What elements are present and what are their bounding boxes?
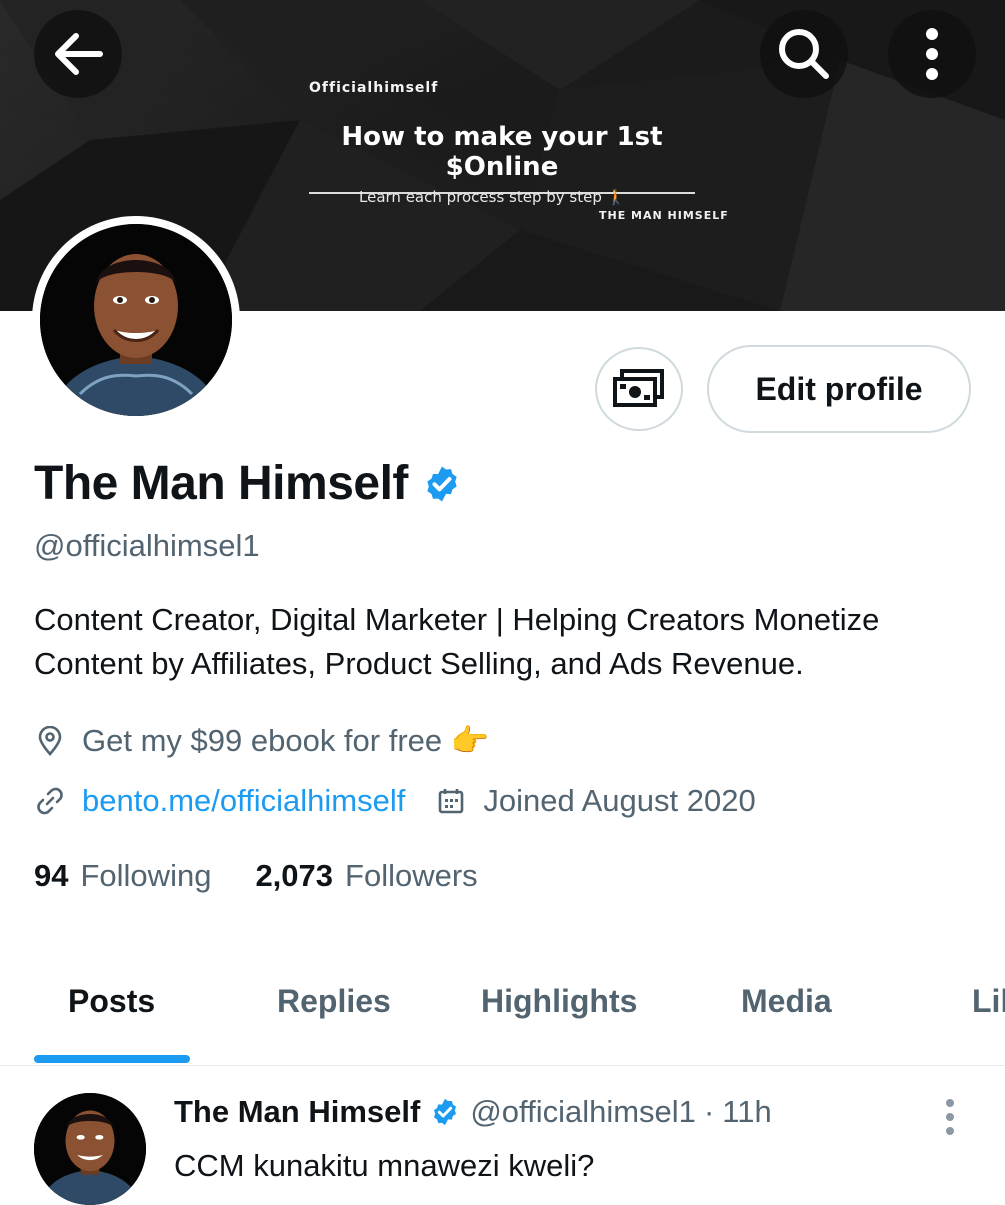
tab-likes[interactable]: Likes: [972, 983, 1005, 1020]
tip-button[interactable]: [595, 347, 683, 431]
followers-link[interactable]: 2,073 Followers: [255, 858, 477, 894]
following-count: 94: [34, 858, 69, 893]
location-icon: [34, 725, 66, 757]
profile-avatar[interactable]: [32, 216, 240, 424]
tab-media[interactable]: Media: [741, 983, 832, 1020]
following-link[interactable]: 94 Following: [34, 858, 211, 894]
link-joined-row: bento.me/officialhimself Joined August 2…: [34, 783, 756, 819]
money-icon: [613, 369, 664, 407]
search-button[interactable]: [760, 10, 848, 98]
profile-handle: @officialhimsel1: [34, 528, 260, 563]
profile-website-link[interactable]: bento.me/officialhimself: [82, 783, 405, 819]
edit-profile-button[interactable]: Edit profile: [707, 345, 971, 433]
banner-signature: THE MAN HIMSELF: [599, 209, 729, 222]
follow-stats: 94 Following 2,073 Followers: [34, 858, 478, 894]
active-tab-indicator: [34, 1055, 190, 1063]
post-more-button[interactable]: [935, 1097, 965, 1137]
following-label: Following: [80, 858, 212, 893]
profile-tabs: Posts Replies Highlights Media Likes: [0, 965, 1005, 1066]
post-timestamp[interactable]: 11h: [722, 1094, 771, 1130]
banner-brand: Officialhimself: [309, 80, 439, 96]
profile-bio: Content Creator, Digital Marketer | Help…: [34, 602, 880, 681]
back-button[interactable]: [34, 10, 122, 98]
post-author-avatar[interactable]: [34, 1093, 146, 1205]
banner-subtitle: Learn each process step by step 🚶: [359, 188, 626, 206]
tab-posts[interactable]: Posts: [68, 983, 155, 1020]
post-author-handle[interactable]: @officialhimsel1: [470, 1094, 696, 1130]
search-icon: [779, 29, 829, 79]
more-button[interactable]: [888, 10, 976, 98]
more-vertical-icon: [926, 28, 938, 80]
link-icon: [34, 785, 66, 817]
tab-highlights[interactable]: Highlights: [481, 983, 637, 1020]
profile-name: The Man Himself: [34, 457, 408, 510]
post-separator: ·: [703, 1094, 715, 1129]
banner-title: How to make your 1st $Online: [309, 122, 695, 194]
verified-badge-icon[interactable]: [430, 1097, 460, 1127]
location-row: Get my $99 ebook for free 👉: [34, 722, 489, 759]
calendar-icon: [435, 785, 467, 817]
avatar-image: [40, 224, 232, 416]
verified-badge-icon[interactable]: [422, 464, 462, 504]
post-header: The Man Himself @officialhimsel1 · 11h: [174, 1094, 772, 1130]
post-text: CCM kunakitu mnawezi kweli?: [174, 1148, 595, 1183]
back-arrow-icon: [55, 33, 103, 75]
profile-joined-date: Joined August 2020: [483, 783, 756, 818]
tab-replies[interactable]: Replies: [277, 983, 391, 1020]
followers-label: Followers: [345, 858, 478, 893]
post-author-name[interactable]: The Man Himself: [174, 1094, 420, 1130]
profile-location: Get my $99 ebook for free 👉: [82, 723, 490, 758]
profile-name-row: The Man Himself: [34, 456, 462, 511]
followers-count: 2,073: [255, 858, 334, 893]
more-vertical-icon: [946, 1099, 954, 1135]
